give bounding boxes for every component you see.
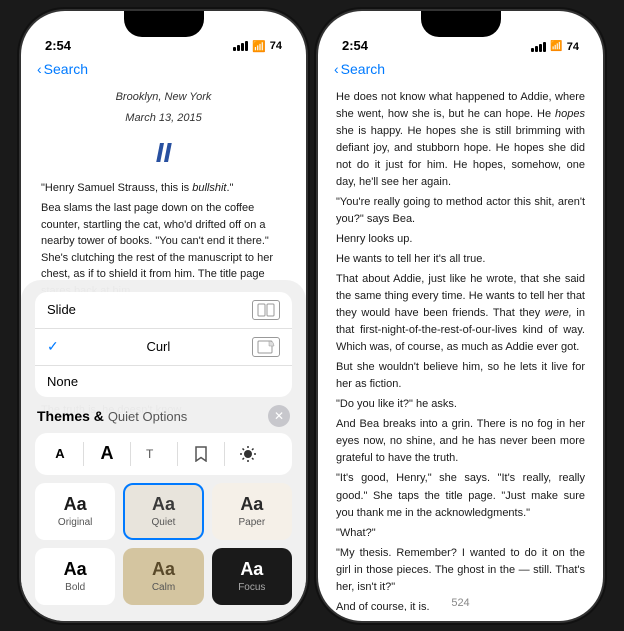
transition-none[interactable]: None [35, 366, 292, 397]
time-right: 2:54 [342, 38, 368, 53]
slide-icon [252, 300, 280, 320]
curl-icon [252, 337, 280, 357]
theme-original-text: Aa [64, 495, 87, 513]
page-number: 524 [451, 597, 469, 609]
left-phone: 2:54 📶 74 ‹ Search Brooklyn, New [21, 11, 306, 621]
close-overlay-button[interactable]: ✕ [268, 405, 290, 427]
theme-focus[interactable]: Aa Focus [212, 548, 292, 605]
back-arrow-left: ‹ [37, 61, 42, 77]
theme-quiet-label: Quiet [152, 517, 176, 528]
status-icons-right: 📶 74 [531, 41, 579, 53]
font-sep-3 [177, 442, 178, 466]
brightness-button[interactable] [233, 439, 263, 469]
book-location: Brooklyn, New York [41, 89, 286, 106]
theme-paper-label: Paper [238, 517, 265, 528]
text-format-icon: T [145, 445, 163, 463]
battery-right: 74 [567, 41, 579, 53]
chapter-number: II [41, 131, 286, 174]
checkmark-icon: ✓ [47, 338, 59, 355]
themes-grid: Aa Original Aa Quiet Aa Paper Aa Bold Aa [35, 483, 292, 605]
theme-bold[interactable]: Aa Bold [35, 548, 115, 605]
wifi-icon-right: 📶 [550, 41, 562, 52]
wifi-icon: 📶 [252, 40, 266, 53]
status-bar-left: 2:54 📶 74 [21, 11, 306, 59]
theme-calm-label: Calm [152, 582, 175, 593]
none-label: None [47, 374, 78, 389]
theme-calm-text: Aa [152, 560, 175, 578]
phones-container: 2:54 📶 74 ‹ Search Brooklyn, New [21, 11, 603, 621]
right-para-4: He wants to tell her it's all true. [336, 251, 585, 268]
book-date: March 13, 2015 [41, 110, 286, 127]
font-sep-1 [83, 442, 84, 466]
signal-bars [233, 41, 248, 51]
right-para-5: That about Addie, just like he wrote, th… [336, 271, 585, 356]
theme-calm[interactable]: Aa Calm [123, 548, 203, 605]
right-para-10: "What?" [336, 525, 585, 542]
back-arrow-right: ‹ [334, 61, 339, 77]
right-para-11: "My thesis. Remember? I wanted to do it … [336, 545, 585, 596]
bookmark-icon [194, 446, 208, 462]
right-para-9: "It's good, Henry," she says. "It's real… [336, 470, 585, 521]
back-label-right: Search [341, 61, 385, 77]
signal-bars-right [531, 42, 546, 52]
themes-header: Themes & Quiet Options ✕ [35, 405, 292, 427]
right-para-6: But she wouldn't believe him, so he lets… [336, 359, 585, 393]
curl-label: Curl [146, 339, 170, 354]
right-para-1: He does not know what happened to Addie,… [336, 89, 585, 191]
battery-left: 74 [270, 40, 282, 52]
right-para-3: Henry looks up. [336, 231, 585, 248]
status-bar-right: 2:54 📶 74 [318, 11, 603, 59]
status-icons-left: 📶 74 [233, 40, 282, 53]
bookmark-button[interactable] [186, 439, 216, 469]
font-controls: A A T [35, 433, 292, 475]
font-increase-button[interactable]: A [92, 439, 122, 469]
theme-focus-label: Focus [238, 582, 265, 593]
font-decrease-button[interactable]: A [45, 439, 75, 469]
reading-content: He does not know what happened to Addie,… [318, 81, 603, 611]
themes-title: Themes & Quiet Options [37, 408, 187, 424]
para-1: "Henry Samuel Strauss, this is bullshit.… [41, 180, 286, 197]
theme-quiet[interactable]: Aa Quiet [123, 483, 203, 540]
font-sep-2 [130, 442, 131, 466]
transition-curl[interactable]: ✓ Curl [35, 329, 292, 366]
right-phone: 2:54 📶 74 ‹ Search He does not k [318, 11, 603, 621]
svg-text:T: T [146, 447, 154, 461]
theme-original-label: Original [58, 517, 92, 528]
back-label-left: Search [44, 61, 88, 77]
overlay-panel: Slide ✓ Curl [21, 280, 306, 621]
transition-options: Slide ✓ Curl [35, 292, 292, 397]
theme-bold-label: Bold [65, 582, 85, 593]
right-para-8: And Bea breaks into a grin. There is no … [336, 416, 585, 467]
brightness-icon [239, 445, 257, 463]
slide-label: Slide [47, 302, 76, 317]
back-button-left[interactable]: ‹ Search [37, 61, 88, 77]
right-para-2: "You're really going to method actor thi… [336, 194, 585, 228]
nav-bar-right: ‹ Search [318, 59, 603, 81]
quiet-option-label: Quiet Options [108, 409, 188, 424]
theme-bold-text: Aa [64, 560, 87, 578]
nav-bar-left: ‹ Search [21, 59, 306, 81]
time-left: 2:54 [45, 38, 71, 53]
theme-quiet-text: Aa [152, 495, 175, 513]
transition-slide[interactable]: Slide [35, 292, 292, 329]
back-button-right[interactable]: ‹ Search [334, 61, 385, 77]
font-style-button[interactable]: T [139, 439, 169, 469]
theme-original[interactable]: Aa Original [35, 483, 115, 540]
theme-focus-text: Aa [240, 560, 263, 578]
font-sep-4 [224, 442, 225, 466]
right-para-7: "Do you like it?" he asks. [336, 396, 585, 413]
theme-paper[interactable]: Aa Paper [212, 483, 292, 540]
theme-paper-text: Aa [240, 495, 263, 513]
